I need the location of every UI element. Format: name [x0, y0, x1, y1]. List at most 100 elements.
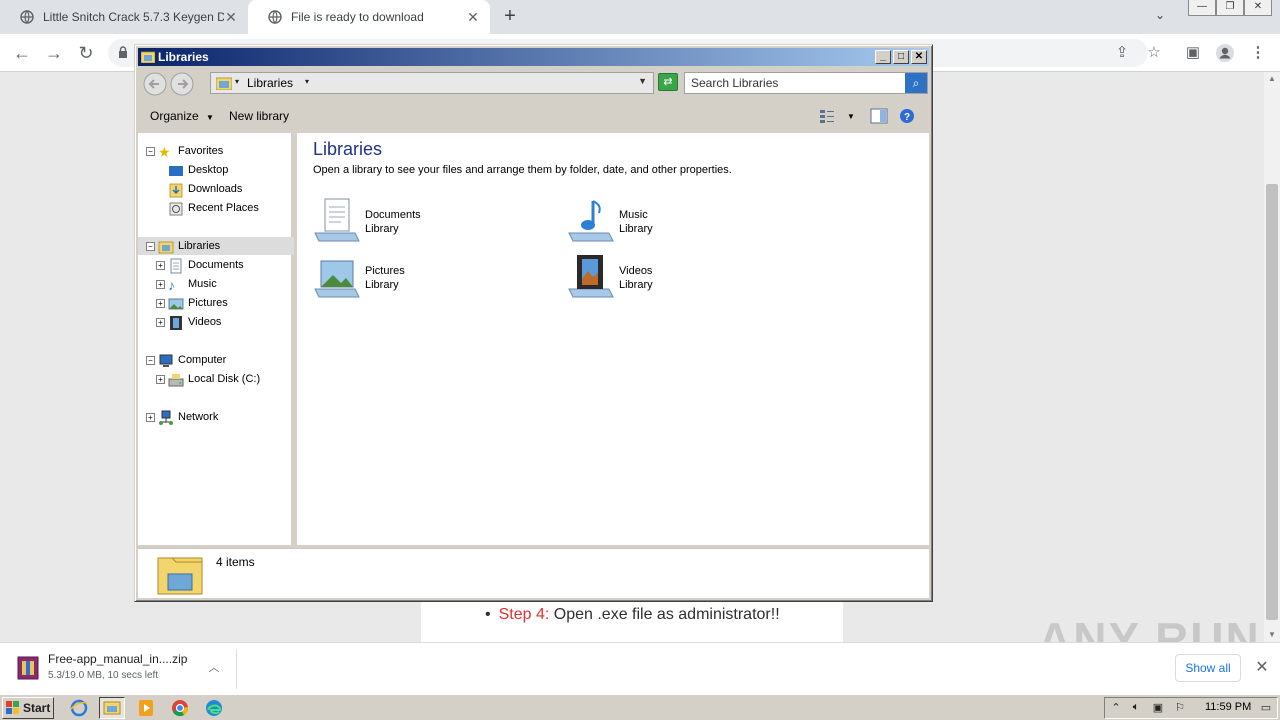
maximize-button[interactable]: □: [893, 50, 909, 64]
internet-explorer-icon[interactable]: [66, 697, 92, 719]
new-tab-button[interactable]: +: [498, 4, 522, 28]
tree-computer[interactable]: − Computer: [146, 352, 286, 370]
network-tray-icon[interactable]: ▣: [1151, 701, 1165, 715]
expand-icon[interactable]: +: [146, 413, 155, 422]
share-icon[interactable]: ⇪: [1112, 43, 1132, 63]
desktop-icon: [169, 166, 183, 176]
view-options-icon[interactable]: [819, 108, 837, 124]
show-hidden-icons-icon[interactable]: ⌃: [1109, 701, 1123, 715]
library-pictures[interactable]: Pictures Library: [313, 253, 533, 303]
tree-label: Music: [188, 278, 217, 290]
address-dropdown-icon[interactable]: ▼: [638, 76, 647, 86]
side-panel-icon[interactable]: ▣: [1183, 43, 1203, 63]
expand-icon[interactable]: +: [156, 261, 165, 270]
explorer-taskbar-icon[interactable]: [99, 697, 125, 719]
globe-icon: [268, 10, 282, 24]
forward-arrow-icon[interactable]: →: [43, 42, 65, 64]
picture-icon: [168, 298, 184, 310]
close-button[interactable]: ✕: [911, 50, 927, 64]
explorer-title: Libraries: [158, 50, 209, 64]
tab-file-ready[interactable]: File is ready to download ✕: [248, 0, 490, 34]
reload-icon[interactable]: ↻: [75, 42, 97, 64]
breadcrumb-chevron-icon[interactable]: ▾: [305, 77, 309, 86]
show-desktop-icon[interactable]: ▭: [1259, 701, 1273, 715]
collapse-icon[interactable]: −: [146, 147, 155, 156]
edge-icon[interactable]: [201, 697, 227, 719]
action-center-flag-icon[interactable]: ⚐: [1173, 701, 1187, 715]
tab-search-chevron-icon[interactable]: ⌄: [1150, 8, 1170, 26]
close-window-button[interactable]: ✕: [1244, 0, 1272, 16]
restore-button[interactable]: ❐: [1216, 0, 1244, 16]
tree-label: Pictures: [188, 297, 228, 309]
media-player-icon[interactable]: [133, 697, 159, 719]
download-item[interactable]: Free-app_manual_in....zip 5.3/19.0 MB, 1…: [12, 649, 232, 689]
bullet: •: [485, 606, 491, 623]
close-download-bar-icon[interactable]: ✕: [1253, 657, 1271, 677]
new-library-button[interactable]: New library: [229, 109, 289, 123]
search-input[interactable]: Search Libraries: [691, 76, 778, 90]
tree-label: Computer: [178, 354, 227, 366]
refresh-icon[interactable]: ⇄: [658, 73, 678, 91]
help-icon[interactable]: ?: [898, 108, 916, 124]
back-forward-buttons[interactable]: [142, 71, 198, 97]
library-documents[interactable]: Documents Library: [313, 197, 533, 247]
expand-icon[interactable]: +: [156, 375, 165, 384]
expand-icon[interactable]: +: [156, 318, 165, 327]
page-scrollbar[interactable]: ▲ ▼: [1264, 72, 1280, 642]
tree-local-disk[interactable]: + Local Disk (C:): [156, 371, 286, 389]
breadcrumb-chevron-icon[interactable]: ▾: [235, 77, 239, 86]
volume-icon[interactable]: 🔈︎: [1129, 701, 1143, 715]
search-box[interactable]: Search Libraries ⌕: [684, 72, 928, 94]
tab-close-icon[interactable]: ✕: [466, 9, 480, 26]
tree-recent-places[interactable]: Recent Places: [168, 200, 288, 218]
tree-music[interactable]: + ♪ Music: [156, 276, 286, 294]
windows-logo-icon: [6, 701, 19, 714]
scroll-up-icon[interactable]: ▲: [1267, 74, 1277, 84]
tree-label: Downloads: [188, 183, 243, 195]
library-kind: Library: [619, 223, 653, 235]
expand-icon[interactable]: +: [156, 299, 165, 308]
tree-desktop[interactable]: Desktop: [168, 162, 288, 180]
scroll-down-icon[interactable]: ▼: [1267, 630, 1277, 640]
menu-dots-icon[interactable]: ⋮: [1248, 43, 1268, 63]
explorer-titlebar[interactable]: Libraries _ □ ✕: [138, 48, 929, 66]
show-all-button[interactable]: Show all: [1175, 654, 1241, 682]
tree-downloads[interactable]: Downloads: [168, 181, 288, 199]
collapse-icon[interactable]: −: [146, 356, 155, 365]
tree-network[interactable]: + Network: [146, 409, 286, 427]
expand-icon[interactable]: +: [156, 280, 165, 289]
network-icon: [159, 410, 173, 425]
library-name: Music: [619, 209, 648, 221]
organize-button[interactable]: Organize ▼: [150, 109, 214, 123]
tree-libraries[interactable]: − Libraries: [146, 238, 286, 256]
scroll-thumb[interactable]: [1266, 184, 1278, 620]
music-note-icon: ♪: [168, 277, 175, 293]
tree-label: Documents: [188, 259, 244, 271]
tab-little-snitch[interactable]: Little Snitch Crack 5.7.3 Keygen Dov ✕: [0, 0, 248, 34]
library-videos[interactable]: Videos Library: [567, 253, 787, 303]
back-arrow-icon[interactable]: ←: [11, 42, 33, 64]
tab-close-icon[interactable]: ✕: [224, 9, 238, 26]
tree-pictures[interactable]: + Pictures: [156, 295, 286, 313]
tree-label: Network: [178, 411, 219, 423]
view-dropdown-icon[interactable]: ▼: [847, 112, 855, 121]
collapse-icon[interactable]: −: [146, 242, 155, 251]
profile-avatar-icon[interactable]: [1215, 43, 1235, 63]
libraries-icon: [216, 77, 232, 90]
chrome-icon[interactable]: [167, 697, 193, 719]
svg-text:?: ?: [904, 112, 910, 123]
tree-videos[interactable]: + Videos: [156, 314, 286, 332]
tree-favorites[interactable]: − ★ Favorites: [146, 143, 286, 161]
hard-disk-icon: [168, 374, 184, 387]
minimize-button[interactable]: —: [1188, 0, 1216, 16]
step-item: • Step 4: Open .exe file as administrator…: [485, 606, 780, 624]
search-icon[interactable]: ⌕: [905, 73, 927, 93]
minimize-button[interactable]: _: [875, 50, 891, 64]
preview-pane-icon[interactable]: [870, 108, 888, 124]
explorer-address-bar[interactable]: ▾ Libraries ▾ ▼: [210, 72, 654, 94]
start-button[interactable]: Start: [2, 697, 54, 719]
bookmark-star-icon[interactable]: ☆: [1144, 43, 1164, 63]
library-music[interactable]: Music Library: [567, 197, 787, 247]
chevron-up-icon[interactable]: ︿: [206, 659, 222, 675]
tree-documents[interactable]: + Documents: [156, 257, 286, 275]
